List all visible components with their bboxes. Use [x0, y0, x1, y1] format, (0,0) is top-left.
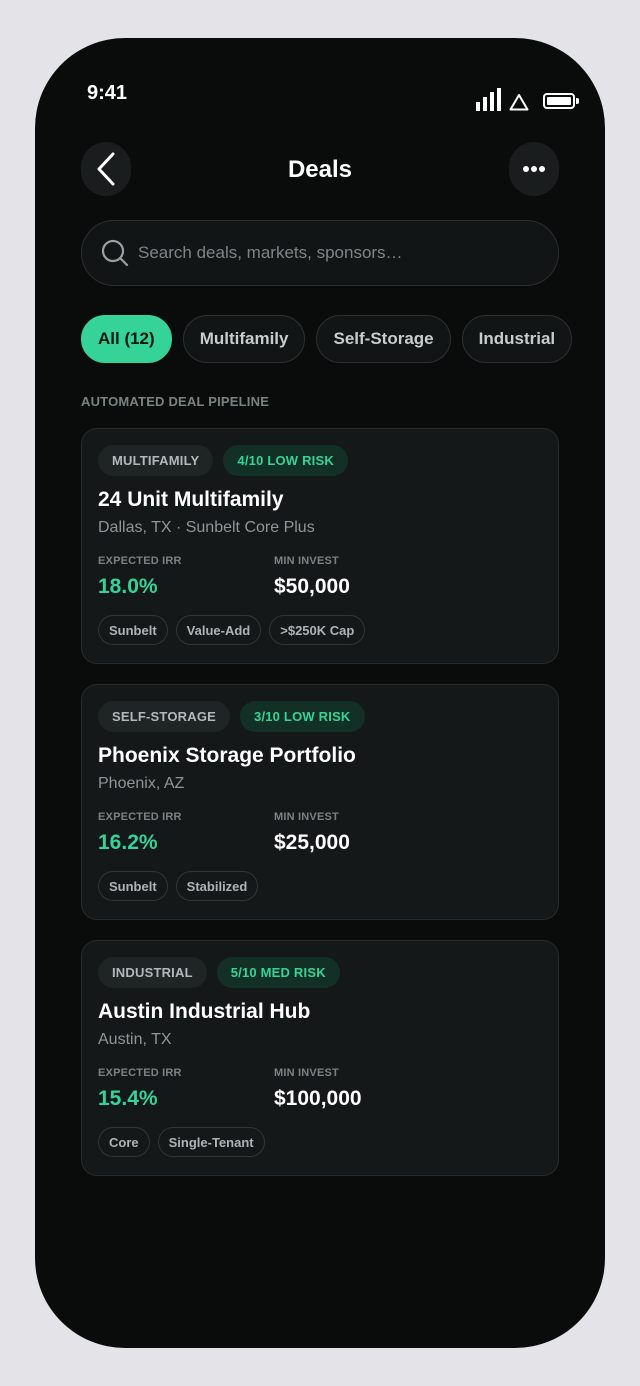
asset-type-badge: SELF-STORAGE: [98, 701, 231, 732]
status-icons: [476, 88, 579, 111]
deal-card[interactable]: SELF-STORAGE 3/10 LOW RISK Phoenix Stora…: [81, 684, 559, 920]
deal-tag: >$250K Cap: [269, 615, 366, 645]
min-invest-value: $25,000: [274, 831, 350, 854]
irr-value: 15.4%: [98, 1087, 158, 1110]
irr-value: 16.2%: [98, 831, 158, 854]
status-time: 9:41: [87, 82, 128, 104]
min-invest-label: MIN INVEST: [274, 1067, 339, 1079]
risk-badge: 3/10 LOW RISK: [240, 701, 365, 732]
deal-tag: Sunbelt: [98, 615, 168, 645]
deal-name: Austin Industrial Hub: [98, 1000, 311, 1023]
cellular-signal-icon: [476, 88, 501, 111]
deal-card[interactable]: MULTIFAMILY 4/10 LOW RISK 24 Unit Multif…: [81, 428, 559, 664]
irr-label: EXPECTED IRR: [98, 1067, 182, 1079]
irr-value: 18.0%: [98, 575, 158, 598]
filter-chip-multifamily[interactable]: Multifamily: [182, 315, 306, 363]
risk-badge: 4/10 LOW RISK: [223, 445, 348, 476]
filter-chip-self-storage[interactable]: Self-Storage: [316, 315, 451, 363]
asset-type-badge: INDUSTRIAL: [98, 957, 207, 988]
filter-chip-industrial[interactable]: Industrial: [461, 315, 573, 363]
filter-chips: All (12) Multifamily Self-Storage Indust…: [81, 315, 573, 363]
search-bar[interactable]: [81, 220, 559, 286]
min-invest-label: MIN INVEST: [274, 811, 339, 823]
deal-name: 24 Unit Multifamily: [98, 488, 284, 511]
search-icon: [101, 239, 129, 267]
deal-location: Phoenix, AZ: [98, 775, 185, 792]
deal-tag: Stabilized: [175, 871, 259, 901]
more-dots-icon: [523, 166, 545, 172]
deal-name: Phoenix Storage Portfolio: [98, 744, 356, 767]
deal-tag: Sunbelt: [98, 871, 168, 901]
min-invest-value: $100,000: [274, 1087, 362, 1110]
battery-icon: [543, 93, 579, 109]
deal-tag: Value-Add: [175, 615, 262, 645]
deal-list: MULTIFAMILY 4/10 LOW RISK 24 Unit Multif…: [81, 428, 559, 1196]
wifi-icon: [509, 94, 529, 111]
asset-type-badge: MULTIFAMILY: [98, 445, 214, 476]
min-invest-value: $50,000: [274, 575, 350, 598]
deal-location: Dallas, TX · Sunbelt Core Plus: [98, 519, 315, 536]
deal-tag: Core: [98, 1127, 150, 1157]
phone-screen: 9:41 Deals All (12) Multifamily Self-Sto…: [35, 38, 605, 1348]
irr-label: EXPECTED IRR: [98, 811, 182, 823]
more-options-button[interactable]: [509, 142, 559, 196]
deal-tag: Single-Tenant: [157, 1127, 265, 1157]
filter-chip-all[interactable]: All (12): [81, 315, 172, 363]
irr-label: EXPECTED IRR: [98, 555, 182, 567]
deal-card[interactable]: INDUSTRIAL 5/10 MED RISK Austin Industri…: [81, 940, 559, 1176]
min-invest-label: MIN INVEST: [274, 555, 339, 567]
risk-badge: 5/10 MED RISK: [216, 957, 340, 988]
deal-location: Austin, TX: [98, 1031, 172, 1048]
section-label: AUTOMATED DEAL PIPELINE: [81, 394, 270, 409]
search-input[interactable]: [138, 243, 518, 263]
